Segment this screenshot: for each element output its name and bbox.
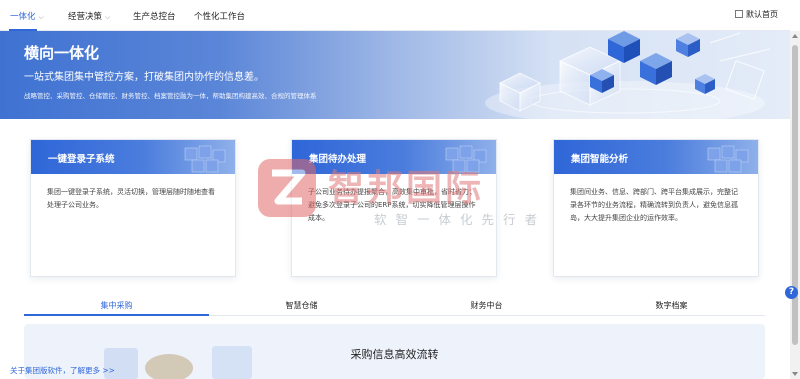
- card-header: 一键登录子系统: [31, 140, 235, 174]
- hero-subtitle: 一站式集团集中管控方案，打破集团内协作的信息差。: [24, 72, 264, 83]
- purchasing-panel: 采购信息高效流转: [24, 324, 765, 379]
- tab-business-decision[interactable]: 经营决策 ⌵: [68, 10, 110, 22]
- hero-title: 横向一体化: [24, 44, 100, 62]
- top-navigation: 一体化 ⌵ 经营决策 ⌵ 生产总控台 个性化工作台 默认首页: [0, 0, 790, 31]
- checkbox-icon[interactable]: [735, 10, 743, 18]
- scroll-up-icon[interactable]: [792, 34, 798, 38]
- cube-cluster-icon: [445, 145, 487, 173]
- tab-integration[interactable]: 一体化 ⌵: [10, 10, 44, 22]
- card-title: 一键登录子系统: [48, 154, 115, 165]
- card-title: 集团待办处理: [309, 154, 367, 165]
- card-title: 集团智能分析: [571, 154, 629, 165]
- card-group-todo[interactable]: 集团待办处理 子公司业务待办提报聚合，高效集中审批，省时省力；避免多次登录子公司…: [291, 139, 497, 277]
- tab-integration-label: 一体化: [10, 12, 36, 22]
- learn-more-link[interactable]: 关于集团版软件，了解更多 >>: [10, 365, 115, 376]
- tab-smart-warehouse[interactable]: 智慧仓储: [209, 300, 394, 311]
- card-header: 集团智能分析: [554, 140, 758, 174]
- scrollbar[interactable]: [790, 31, 800, 379]
- tab-central-purchasing[interactable]: 集中采购: [24, 300, 209, 311]
- default-home-label: 默认首页: [746, 10, 778, 19]
- tab-personal-workbench-label: 个性化工作台: [194, 12, 246, 22]
- card-description: 集团间业务、信息、跨部门、跨平台集成展示，完整记录各环节的业务流程，精确流转到负…: [570, 188, 738, 222]
- card-single-sign-on[interactable]: 一键登录子系统 集团一键登录子系统，灵活切换，管理层随时随地查看处理子公司业务。: [30, 139, 236, 277]
- cube-cluster-icon: [485, 31, 771, 119]
- chevron-down-icon: ⌵: [105, 13, 111, 21]
- panel-title: 采购信息高效流转: [350, 348, 439, 361]
- hero-description: 战略管控、采购管控、仓储管控、财务管控、档案管控融为一体，帮助集团构建高效、合规…: [24, 92, 317, 100]
- help-icon[interactable]: ?: [785, 286, 798, 299]
- tab-production-console-label: 生产总控台: [133, 12, 176, 22]
- scrollbar-thumb[interactable]: [792, 45, 798, 345]
- chevron-down-icon: ⌵: [38, 13, 44, 21]
- default-home-checkbox[interactable]: 默认首页: [735, 9, 778, 20]
- active-subtab-indicator: [24, 314, 209, 316]
- module-tabs: 集中采购 智慧仓储 财务中台 数字档案: [24, 296, 765, 316]
- tab-personal-workbench[interactable]: 个性化工作台: [194, 10, 245, 22]
- card-description: 子公司业务待办提报聚合，高效集中审批，省时省力；避免多次登录子公司的ERP系统，…: [308, 188, 476, 222]
- card-header: 集团待办处理: [292, 140, 496, 174]
- hero-banner: 横向一体化 一站式集团集中管控方案，打破集团内协作的信息差。 战略管控、采购管控…: [0, 31, 790, 119]
- card-group-analytics[interactable]: 集团智能分析 集团间业务、信息、跨部门、跨平台集成展示，完整记录各环节的业务流程…: [553, 139, 759, 277]
- cube-cluster-icon: [184, 145, 226, 173]
- tab-digital-archive[interactable]: 数字档案: [579, 300, 764, 311]
- card-description: 集团一键登录子系统，灵活切换，管理层随时随地查看处理子公司业务。: [47, 188, 215, 209]
- tab-production-console[interactable]: 生产总控台: [133, 10, 176, 22]
- cube-cluster-icon: [707, 145, 749, 173]
- app-page: 一体化 ⌵ 经营决策 ⌵ 生产总控台 个性化工作台 默认首页 横向一体化 一站式集团…: [0, 0, 800, 379]
- tab-finance-center[interactable]: 财务中台: [394, 300, 579, 311]
- tab-business-decision-label: 经营决策: [68, 12, 103, 22]
- scroll-down-icon[interactable]: [792, 372, 798, 376]
